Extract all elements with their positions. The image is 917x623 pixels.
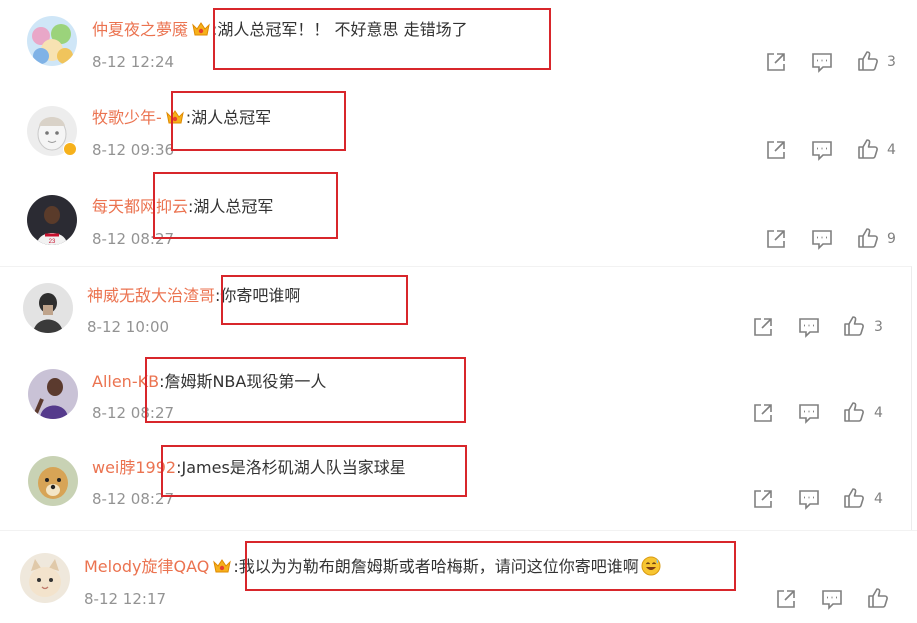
comment-item: 仲夏夜之夢魇:湖人总冠军！！ 不好意思 走错场了 8-12 12:24 3 [0,0,917,80]
comment-item: wei脖1992:James是洛杉矶湖人队当家球星 8-12 08:27 4 [0,439,911,519]
share-icon[interactable] [752,316,774,338]
comment-icon[interactable] [821,588,843,610]
player-avatar[interactable] [28,369,78,419]
share-icon[interactable] [765,51,787,73]
comment-time: 8-12 12:24 [92,53,175,71]
anime-group-avatar[interactable] [27,16,77,66]
username[interactable]: 神威无敌大治渣哥 [87,286,215,305]
share-icon[interactable] [765,228,787,250]
comment-icon[interactable] [798,488,820,510]
svg-text:23: 23 [49,239,56,245]
thumbs-up-icon[interactable] [857,227,879,249]
like-count: 3 [887,54,896,70]
crown-badge-icon [165,110,184,124]
comment-icon[interactable] [811,51,833,73]
comment-icon[interactable] [811,139,833,161]
comment-text: 我以为为勒布朗詹姆斯或者哈梅斯，请问这位你寄吧谁啊 [238,557,639,576]
like-count: 3 [874,319,883,335]
comment-panel-3: Melody旋律QAQ:我以为为勒布朗詹姆斯或者哈梅斯，请问这位你寄吧谁啊 8-… [0,530,917,623]
comment-text: 湖人总冠军 [193,197,274,216]
verified-badge-icon [63,142,77,156]
crown-badge-icon [192,22,210,36]
thumbs-up-icon[interactable] [857,138,879,160]
thumbs-up-icon[interactable] [843,315,865,337]
basketball-player-avatar[interactable]: 23 [27,195,77,245]
like-count: 9 [887,231,896,247]
comment-text: 你寄吧谁啊 [220,286,301,305]
thumbs-up-icon[interactable] [843,401,865,423]
comment-time: 8-12 09:36 [92,141,175,159]
comment-time: 8-12 08:27 [92,404,175,422]
comment-item: Allen-KB:詹姆斯NBA现役第一人 8-12 08:27 4 [0,353,911,433]
comment-time: 8-12 12:17 [84,590,167,608]
comment-icon[interactable] [798,402,820,424]
comment-text: James是洛杉矶湖人队当家球星 [181,458,406,477]
cat-avatar[interactable] [20,553,70,603]
username[interactable]: wei脖1992 [92,458,176,477]
comment-time: 8-12 08:27 [92,490,175,508]
like-count: 4 [874,491,883,507]
comment-panel-1: 仲夏夜之夢魇:湖人总冠军！！ 不好意思 走错场了 8-12 12:24 3 牧… [0,0,917,266]
comment-text: 湖人总冠军 [191,108,272,127]
thumbs-up-icon[interactable] [857,50,879,72]
comment-item: Melody旋律QAQ:我以为为勒布朗詹姆斯或者哈梅斯，请问这位你寄吧谁啊 8-… [0,531,917,611]
username[interactable]: Melody旋律QAQ [84,557,209,576]
like-count: 4 [874,405,883,421]
comment-time: 8-12 08:27 [92,230,175,248]
thumbs-up-icon[interactable] [843,487,865,509]
thumbs-up-icon[interactable] [867,587,889,609]
username[interactable]: 牧歌少年- [92,108,162,127]
username[interactable]: 每天都网抑云 [92,197,188,216]
grinning-sweat-emoji [641,556,661,576]
comment-time: 8-12 10:00 [87,318,170,336]
share-icon[interactable] [752,488,774,510]
username[interactable]: 仲夏夜之夢魇 [92,20,188,39]
dog-avatar[interactable] [28,456,78,506]
comment-item: 牧歌少年-:湖人总冠军 8-12 09:36 4 [0,88,917,168]
comment-item: 23 每天都网抑云:湖人总冠军 8-12 08:27 9 [0,177,917,257]
comment-icon[interactable] [798,316,820,338]
comment-item: 神威无敌大治渣哥:你寄吧谁啊 8-12 10:00 3 [0,267,911,347]
portrait-avatar[interactable] [23,283,73,333]
share-icon[interactable] [752,402,774,424]
crown-badge-icon [213,559,232,573]
comment-text: 詹姆斯NBA现役第一人 [164,372,327,391]
comment-text: 湖人总冠军！！ 不好意思 走错场了 [217,20,468,39]
comment-panel-2: 神威无敌大治渣哥:你寄吧谁啊 8-12 10:00 3 Allen-KB:詹姆斯… [0,266,912,530]
share-icon[interactable] [765,139,787,161]
comment-icon[interactable] [811,228,833,250]
username[interactable]: Allen-KB [92,372,159,391]
share-icon[interactable] [775,588,797,610]
like-count: 4 [887,142,896,158]
